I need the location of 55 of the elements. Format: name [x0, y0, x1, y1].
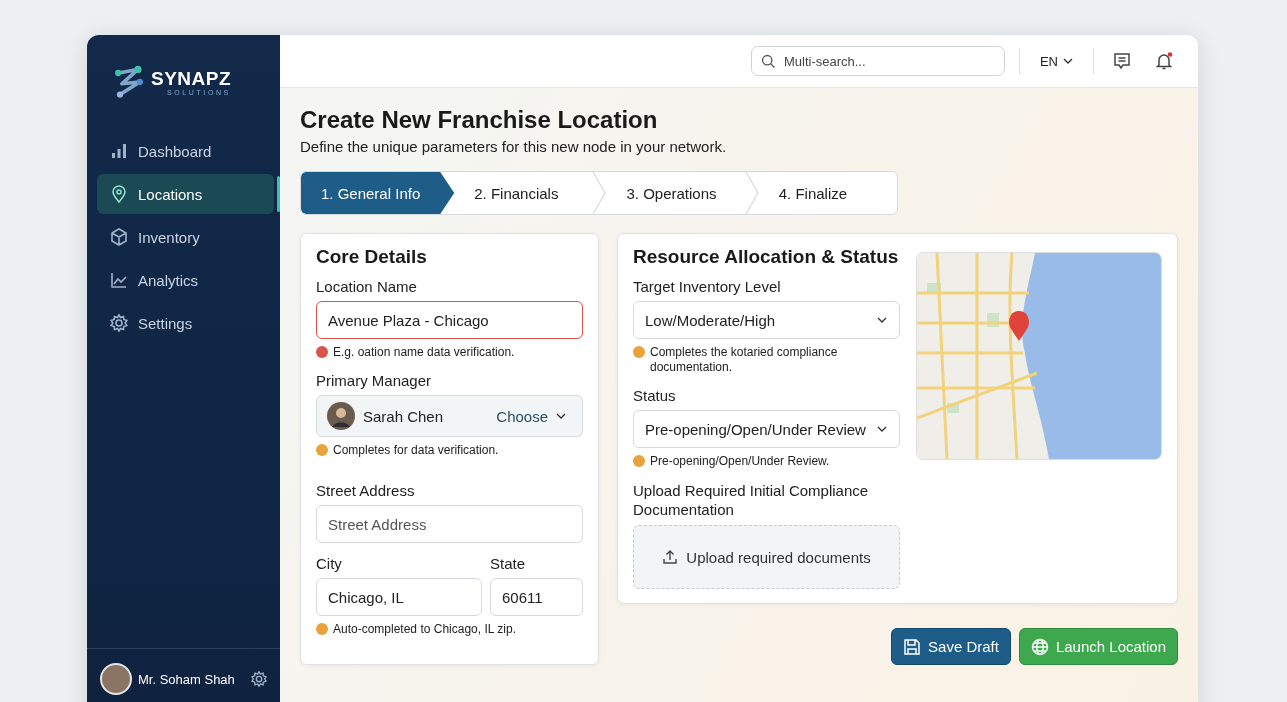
globe-icon: [1030, 637, 1049, 656]
language-selector[interactable]: EN: [1033, 53, 1079, 69]
field-label: State: [490, 555, 527, 572]
sidebar-item[interactable]: Settings: [97, 303, 274, 343]
user-avatar: [100, 663, 132, 695]
card-title: Resource Allocation & Status: [633, 246, 900, 268]
hint-text: Pre-opening/Open/Under Review.: [650, 454, 830, 469]
field-label: Status: [633, 387, 677, 404]
inventory-select[interactable]: Low/Moderate/High: [633, 301, 900, 339]
chevron-down-icon: [877, 317, 887, 323]
avatar-icon: [327, 402, 355, 430]
sidebar-item[interactable]: Inventory: [97, 217, 274, 257]
search-field[interactable]: Multi-search...: [750, 46, 1005, 76]
state-field[interactable]: 60611: [490, 578, 583, 616]
step-tab[interactable]: 1. General Info: [301, 172, 455, 214]
page-subtitle: Define the unique parameters for this new node in your network.: [300, 138, 728, 155]
city-field[interactable]: Chicago, IL: [316, 578, 482, 616]
search-icon: [759, 53, 777, 70]
settings-icon: [109, 313, 129, 333]
chevron-down-icon: [877, 426, 887, 432]
upload-icon: [662, 549, 679, 565]
sidebar-item[interactable]: Analytics: [97, 260, 274, 300]
field-label: Primary Manager: [316, 372, 433, 389]
hint-text: Completes the kotaried compliance documentation.: [650, 345, 839, 375]
box-icon: [109, 227, 129, 247]
hint-text: E.g. oation name data verification.: [333, 345, 515, 360]
street-address-field[interactable]: Street Address: [316, 505, 583, 543]
map-pin-icon: [109, 184, 129, 204]
settings-icon[interactable]: [250, 670, 268, 688]
step-tab[interactable]: 2. Financials: [454, 172, 593, 214]
page-title: Create New Franchise Location: [300, 106, 659, 134]
step-tab[interactable]: 4. Finalize: [758, 172, 897, 214]
hint-text: Completes for data verification.: [333, 443, 499, 458]
field-label: Upload Required Initial Compliance Documentation: [633, 481, 870, 519]
manager-select[interactable]: Sarah Chen Choose: [316, 395, 583, 437]
user-name: Mr. Soham Shah: [138, 671, 236, 687]
status-select[interactable]: Pre-opening/Open/Under Review: [633, 410, 900, 448]
save-draft-button[interactable]: Save Draft: [891, 628, 1011, 665]
card-title: Core Details: [316, 246, 428, 268]
line-chart-icon: [109, 270, 129, 290]
chevron-down-icon: [1063, 58, 1073, 64]
chevron-down-icon: [556, 413, 566, 419]
step-tab[interactable]: 3. Operations: [606, 172, 745, 214]
sidebar-item[interactable]: Dashboard: [97, 131, 274, 171]
bar-chart-icon: [109, 141, 129, 161]
location-name-field[interactable]: Avenue Plaza - Chicago: [316, 301, 583, 339]
bell-icon[interactable]: [1154, 51, 1174, 71]
field-label: Target Inventory Level: [633, 278, 782, 295]
upload-dropzone[interactable]: Upload required documents: [633, 525, 900, 589]
field-label: Location Name: [316, 278, 418, 295]
hint-text: Auto-completed to Chicago, IL zip.: [333, 622, 516, 637]
field-label: City: [316, 555, 343, 572]
brand-name: SYNAPZ: [151, 68, 232, 89]
message-icon[interactable]: [1112, 51, 1132, 71]
field-label: Street Address: [316, 482, 416, 499]
